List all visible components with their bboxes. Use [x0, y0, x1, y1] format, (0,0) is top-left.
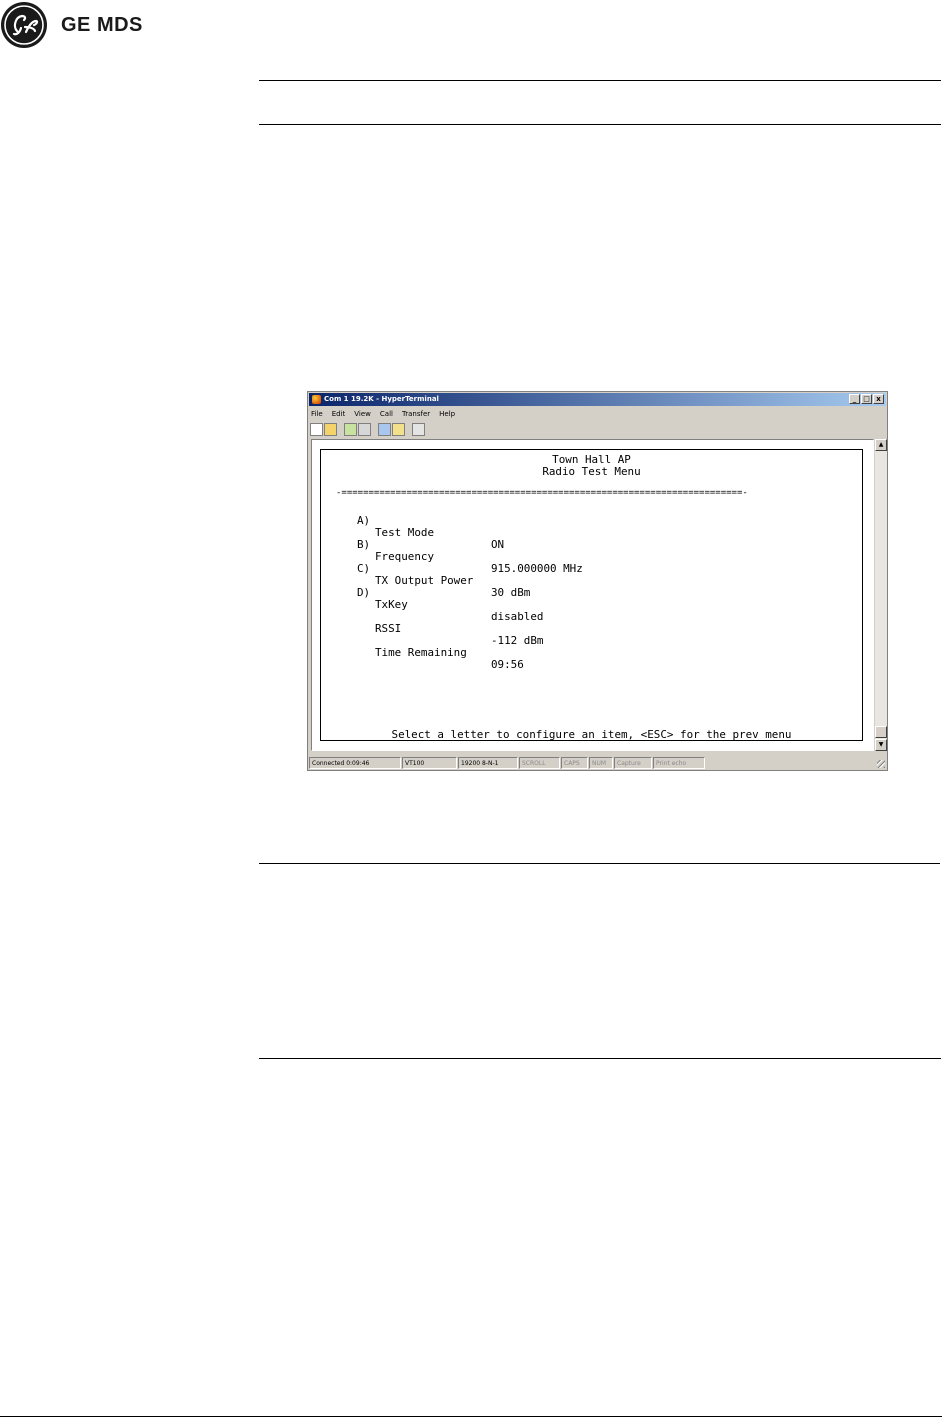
- menu-transfer[interactable]: Transfer: [402, 408, 430, 420]
- menu-title: Radio Test Menu: [542, 465, 641, 478]
- item-value: disabled: [491, 610, 544, 623]
- item-label: TX Output Power: [375, 574, 474, 587]
- close-button[interactable]: x: [873, 394, 884, 404]
- scroll-down-icon[interactable]: ▼: [875, 739, 887, 751]
- item-key: C): [357, 562, 371, 575]
- header-rule-bottom: [259, 124, 941, 125]
- menu-separator: -=======================================…: [336, 488, 748, 498]
- item-value: 915.000000 MHz: [491, 562, 583, 575]
- status-num: NUM: [589, 757, 613, 769]
- status-caps: CAPS: [561, 757, 588, 769]
- scroll-up-icon[interactable]: ▲: [875, 439, 887, 451]
- item-value: -112 dBm: [491, 634, 544, 647]
- properties-icon[interactable]: [412, 423, 425, 436]
- ge-mds-logo: GE MDS: [0, 1, 143, 49]
- menu-call[interactable]: Call: [380, 408, 393, 420]
- ge-monogram-icon: [1, 2, 47, 48]
- section-rule-bottom: [259, 1058, 941, 1059]
- menu-help[interactable]: Help: [439, 408, 455, 420]
- item-value: 09:56: [491, 658, 524, 671]
- open-icon[interactable]: [324, 423, 337, 436]
- status-capture: Capture: [614, 757, 652, 769]
- hyperterminal-icon: [312, 395, 321, 404]
- item-label: RSSI: [375, 622, 402, 635]
- status-emulation: VT100: [402, 757, 457, 769]
- item-value: 30 dBm: [491, 586, 531, 599]
- status-settings: 19200 8-N-1: [458, 757, 518, 769]
- hyperterminal-window: Com 1 19.2K - HyperTerminal _ □ x File E…: [307, 391, 888, 771]
- header-rule-top: [259, 80, 941, 81]
- status-scroll: SCROLL: [519, 757, 560, 769]
- disconnect-icon[interactable]: [358, 423, 371, 436]
- minimize-button[interactable]: _: [849, 394, 860, 404]
- menu-edit[interactable]: Edit: [332, 408, 346, 420]
- terminal-area[interactable]: Town Hall AP Radio Test Menu -==========…: [311, 439, 874, 751]
- item-value: ON: [491, 538, 505, 551]
- resize-grip-icon[interactable]: [706, 757, 886, 769]
- menu-view[interactable]: View: [354, 408, 371, 420]
- item-key: B): [357, 538, 371, 551]
- menu-file[interactable]: File: [311, 408, 323, 420]
- prompt-text: Select a letter to configure an item, <E…: [391, 728, 792, 741]
- maximize-button[interactable]: □: [861, 394, 872, 404]
- status-print-echo: Print echo: [653, 757, 705, 769]
- menu-bar: File Edit View Call Transfer Help: [311, 408, 464, 420]
- footer-rule: [0, 1416, 942, 1417]
- brand-name: GE MDS: [61, 13, 143, 36]
- status-bar: Connected 0:09:46 VT100 19200 8-N-1 SCRO…: [309, 757, 886, 769]
- item-label: Frequency: [375, 550, 435, 563]
- item-key: A): [357, 514, 371, 527]
- status-connected: Connected 0:09:46: [309, 757, 401, 769]
- window-title: Com 1 19.2K - HyperTerminal: [324, 395, 439, 403]
- scroll-thumb[interactable]: [875, 726, 887, 738]
- item-label: TxKey: [375, 598, 408, 611]
- send-icon[interactable]: [378, 423, 391, 436]
- item-label: Time Remaining: [375, 646, 467, 659]
- readout-time-remaining: Time Remaining 09:56: [321, 623, 524, 683]
- section-rule-top: [259, 863, 940, 864]
- window-titlebar[interactable]: Com 1 19.2K - HyperTerminal _ □ x: [309, 393, 886, 406]
- receive-icon[interactable]: [392, 423, 405, 436]
- vertical-scrollbar[interactable]: ▲ ▼: [875, 439, 887, 751]
- item-key: D): [357, 586, 371, 599]
- terminal-screen: Town Hall AP Radio Test Menu -==========…: [320, 449, 863, 741]
- new-connection-icon[interactable]: [310, 423, 323, 436]
- toolbar: [310, 422, 426, 437]
- item-label: Test Mode: [375, 526, 435, 539]
- call-icon[interactable]: [344, 423, 357, 436]
